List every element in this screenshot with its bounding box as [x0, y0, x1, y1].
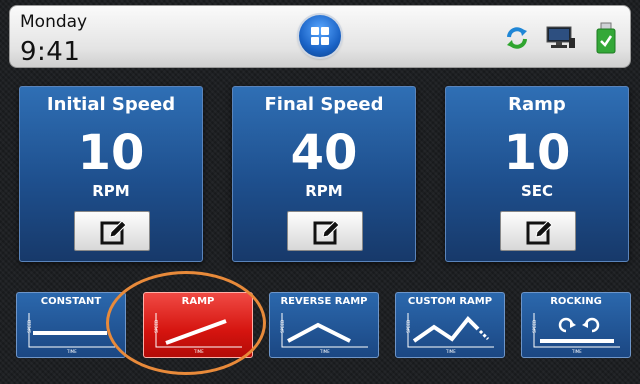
mode-label: CONSTANT [40, 296, 102, 307]
mode-custom-ramp-button[interactable]: CUSTOM RAMP SPEED TIME [395, 292, 505, 358]
edit-initial-speed-button[interactable] [74, 211, 150, 251]
card-title: Ramp [508, 94, 566, 115]
mode-rocking-button[interactable]: ROCKING SPEED TIME [521, 292, 631, 358]
clock-time: 9:41 [20, 37, 81, 67]
usb-drive-icon[interactable] [596, 22, 616, 58]
y-axis-label: SPEED [532, 320, 537, 333]
card-unit: RPM [92, 182, 130, 200]
day-label: Monday [20, 12, 88, 32]
selection-highlight-ring [106, 271, 266, 375]
reverse-ramp-profile-icon: SPEED TIME [280, 313, 368, 354]
card-value: 10 [77, 125, 145, 181]
status-header: Monday 9:41 [9, 5, 631, 68]
initial-speed-card: Initial Speed 10 RPM [19, 86, 203, 262]
mode-label: CUSTOM RAMP [407, 296, 493, 307]
ramp-time-card: Ramp 10 SEC [445, 86, 629, 262]
y-axis-label: SPEED [280, 320, 285, 333]
card-value: 10 [503, 125, 571, 181]
edit-icon [313, 220, 340, 245]
mode-reverse-ramp-button[interactable]: REVERSE RAMP SPEED TIME [269, 292, 379, 358]
mode-label: REVERSE RAMP [280, 296, 368, 307]
x-axis-label: TIME [445, 349, 456, 354]
edit-icon [526, 220, 553, 245]
y-axis-label: SPEED [27, 320, 32, 333]
custom-ramp-profile-icon: SPEED TIME [406, 313, 494, 354]
card-value: 40 [290, 125, 358, 181]
card-unit: SEC [520, 182, 554, 200]
edit-final-speed-button[interactable] [287, 211, 363, 251]
edit-ramp-time-button[interactable] [500, 211, 576, 251]
x-axis-label: TIME [571, 349, 582, 354]
sync-icon[interactable] [504, 25, 530, 55]
rocking-profile-icon: SPEED TIME [532, 313, 620, 354]
card-unit: RPM [305, 182, 343, 200]
x-axis-label: TIME [319, 349, 330, 354]
edit-icon [100, 220, 127, 245]
monitor-icon[interactable] [546, 26, 576, 54]
home-menu-button[interactable] [299, 15, 341, 57]
final-speed-card: Final Speed 40 RPM [232, 86, 416, 262]
y-axis-label: SPEED [406, 320, 411, 333]
card-title: Initial Speed [46, 94, 176, 115]
x-axis-label: TIME [66, 349, 77, 354]
mode-label: ROCKING [550, 296, 602, 307]
card-title: Final Speed [264, 94, 384, 115]
